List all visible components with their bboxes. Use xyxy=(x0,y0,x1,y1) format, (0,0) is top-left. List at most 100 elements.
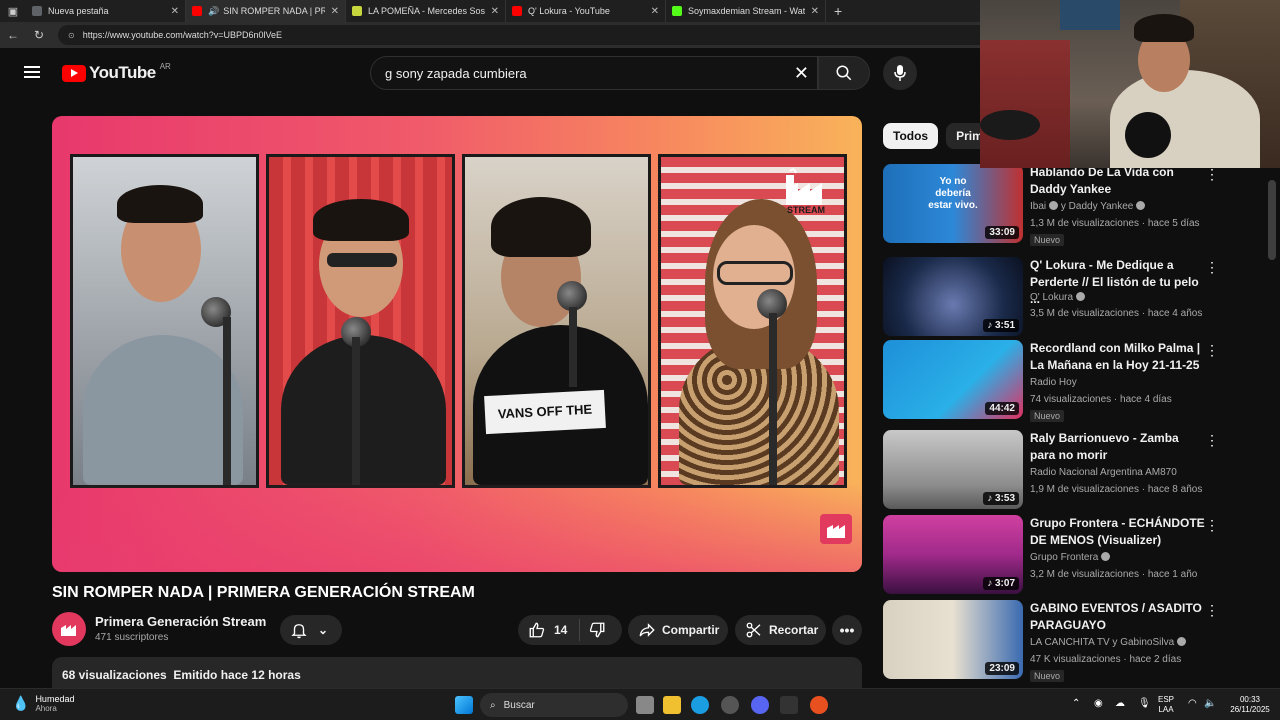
tray-chevron-icon[interactable]: ⌃ xyxy=(1072,699,1080,709)
video-thumbnail[interactable]: ♪ 3:53 xyxy=(883,430,1023,509)
video-player[interactable]: VANS OFF THE WALL STREAM xyxy=(52,116,862,572)
tab-title: SIN ROMPER NADA | PRIMERA GENERACIÓN STR… xyxy=(223,6,325,16)
share-icon xyxy=(639,623,655,637)
chip-all[interactable]: Todos xyxy=(883,123,939,149)
tray-cloud-icon[interactable]: ☁ xyxy=(1115,699,1125,709)
new-tab-button[interactable]: + xyxy=(834,3,842,19)
duration-badge: 23:09 xyxy=(985,662,1019,675)
shirt-print: VANS OFF THE WALL xyxy=(484,389,606,458)
notifications-button[interactable]: ⌄ xyxy=(280,615,342,645)
recommendation-channel[interactable]: Ibai y Daddy Yankee xyxy=(1030,201,1146,212)
channel-name[interactable]: Primera Generación Stream xyxy=(95,614,266,629)
recommendation-channel[interactable]: LA CANCHITA TV y GabinoSilva xyxy=(1030,637,1187,648)
tray-mic-icon[interactable]: 🎙 xyxy=(1138,699,1151,709)
more-actions-button[interactable]: ••• xyxy=(832,615,862,645)
task-view-icon[interactable] xyxy=(636,696,654,714)
recommendation-channel[interactable]: Q' Lokura xyxy=(1030,292,1086,303)
speaker-icon[interactable]: 🔊 xyxy=(208,6,219,17)
url-field[interactable]: ⊙ https://www.youtube.com/watch?v=UBPD6n… xyxy=(58,25,998,45)
windows-start-icon[interactable] xyxy=(455,696,473,714)
webcam-overlay xyxy=(980,0,1280,168)
more-vertical-icon[interactable]: ⋮ xyxy=(1205,602,1219,619)
recommendation-item[interactable]: 44:42 Recordland con Milko Palma | La Ma… xyxy=(883,340,1263,422)
close-tab-icon[interactable]: ✕ xyxy=(331,6,339,17)
video-thumbnail[interactable]: ♪ 3:51 xyxy=(883,257,1023,336)
search-input[interactable]: g sony zapada cumbiera ✕ xyxy=(370,56,818,90)
recommendation-item[interactable]: 23:09 GABINO EVENTOS / ASADITO PARAGUAYO… xyxy=(883,600,1263,682)
channel-avatar[interactable] xyxy=(52,612,86,646)
more-vertical-icon[interactable]: ⋮ xyxy=(1205,259,1219,276)
video-thumbnail[interactable]: ♪ 3:07 xyxy=(883,515,1023,594)
back-icon[interactable]: ← xyxy=(0,28,26,42)
browser-tab-active[interactable]: 🔊 SIN ROMPER NADA | PRIMERA GENERACIÓN S… xyxy=(186,0,346,22)
recommendation-title[interactable]: Hablando De La Vida con Daddy Yankee xyxy=(1030,164,1205,198)
clip-button[interactable]: Recortar xyxy=(735,615,826,645)
taskbar-search[interactable]: ⌕ Buscar xyxy=(480,693,628,717)
recommendation-title[interactable]: Grupo Frontera - ECHÁNDOTE DE MENOS (Vis… xyxy=(1030,515,1205,549)
browser-tab[interactable]: Soymaxdemian Stream - Watch Live ✕ xyxy=(666,0,826,22)
recommendation-item[interactable]: ♪ 3:51 Q' Lokura - Me Dedique a Perderte… xyxy=(883,257,1263,337)
discord-icon[interactable] xyxy=(751,696,769,714)
thumbnail-caption: Yo no debería estar vivo. xyxy=(928,176,978,211)
more-vertical-icon[interactable]: ⋮ xyxy=(1205,517,1219,534)
like-icon[interactable] xyxy=(528,621,546,639)
search-button[interactable] xyxy=(818,56,870,90)
more-vertical-icon[interactable]: ⋮ xyxy=(1205,342,1219,359)
clock[interactable]: 00:33 26/11/2025 xyxy=(1226,695,1274,715)
clear-search-icon[interactable]: ✕ xyxy=(794,63,809,84)
chrome-icon[interactable] xyxy=(721,696,739,714)
close-tab-icon[interactable]: ✕ xyxy=(491,6,499,17)
speaker-icon[interactable]: 🔈 xyxy=(1204,699,1216,709)
weather-widget[interactable]: 💧 Humedad Ahora xyxy=(12,694,74,713)
search-icon: ⌕ xyxy=(490,699,496,711)
recommendation-title[interactable]: Raly Barrionuevo - Zamba para no morir xyxy=(1030,430,1205,464)
close-tab-icon[interactable]: ✕ xyxy=(651,6,659,17)
youtube-logo[interactable]: YouTube AR xyxy=(62,62,171,83)
recommendation-item[interactable]: ♪ 3:53 Raly Barrionuevo - Zamba para no … xyxy=(883,430,1263,510)
wifi-icon[interactable]: ◠ xyxy=(1188,699,1197,709)
tab-actions-icon[interactable]: ▣ xyxy=(0,0,26,22)
file-explorer-icon[interactable] xyxy=(663,696,681,714)
browser-tab[interactable]: LA POMEÑA - Mercedes Sosa - Letra ✕ xyxy=(346,0,506,22)
video-thumbnail[interactable]: Yo no debería estar vivo. 33:09 xyxy=(883,164,1023,243)
video-panel-2 xyxy=(266,154,455,488)
more-vertical-icon[interactable]: ⋮ xyxy=(1205,432,1219,449)
video-thumbnail[interactable]: 23:09 xyxy=(883,600,1023,679)
capcut-icon[interactable] xyxy=(780,696,798,714)
recommendation-title[interactable]: GABINO EVENTOS / ASADITO PARAGUAYO xyxy=(1030,600,1205,634)
more-vertical-icon[interactable]: ⋮ xyxy=(1205,166,1219,183)
close-tab-icon[interactable]: ✕ xyxy=(811,6,819,17)
scrollbar-thumb[interactable] xyxy=(1268,180,1276,260)
close-tab-icon[interactable]: ✕ xyxy=(171,6,179,17)
recommendation-meta: 3,2 M de visualizaciones · hace 1 año xyxy=(1030,569,1198,580)
site-info-icon[interactable]: ⊙ xyxy=(68,31,75,40)
tab-title: LA POMEÑA - Mercedes Sosa - Letra xyxy=(368,6,485,16)
voice-search-button[interactable] xyxy=(883,56,917,90)
share-button[interactable]: Compartir xyxy=(628,615,728,645)
video-thumbnail[interactable]: 44:42 xyxy=(883,340,1023,419)
channel-watermark-icon[interactable] xyxy=(820,514,852,544)
microphone-icon xyxy=(894,65,906,81)
dislike-icon[interactable] xyxy=(588,621,606,639)
app-icon[interactable] xyxy=(810,696,828,714)
music-note-icon: ♪ xyxy=(987,493,995,504)
hamburger-menu-icon[interactable] xyxy=(24,66,40,78)
recommendation-item[interactable]: ♪ 3:07 Grupo Frontera - ECHÁNDOTE DE MEN… xyxy=(883,515,1263,595)
browser-tab[interactable]: Nueva pestaña ✕ xyxy=(26,0,186,22)
search-icon xyxy=(836,65,852,81)
tray-network-icon[interactable]: ◉ xyxy=(1094,699,1103,709)
duration-badge: ♪ 3:07 xyxy=(983,577,1019,590)
language-indicator[interactable]: ESP LAA xyxy=(1158,695,1174,715)
recommendation-channel[interactable]: Grupo Frontera xyxy=(1030,552,1111,563)
recommendation-channel[interactable]: Radio Nacional Argentina AM870 xyxy=(1030,467,1177,478)
recommendation-channel[interactable]: Radio Hoy xyxy=(1030,377,1077,388)
recommendation-title[interactable]: Recordland con Milko Palma | La Mañana e… xyxy=(1030,340,1205,374)
search-query: g sony zapada cumbiera xyxy=(385,65,527,81)
subscriber-count: 471 suscriptores xyxy=(95,632,169,643)
recommendation-item[interactable]: Yo no debería estar vivo. 33:09 Hablando… xyxy=(883,164,1263,246)
reload-icon[interactable]: ↻ xyxy=(26,28,52,42)
edge-icon[interactable] xyxy=(691,696,709,714)
new-badge: Nuevo xyxy=(1030,670,1065,682)
recommendation-meta: 47 K visualizaciones · hace 2 días xyxy=(1030,654,1182,665)
browser-tab[interactable]: Q' Lokura - YouTube ✕ xyxy=(506,0,666,22)
